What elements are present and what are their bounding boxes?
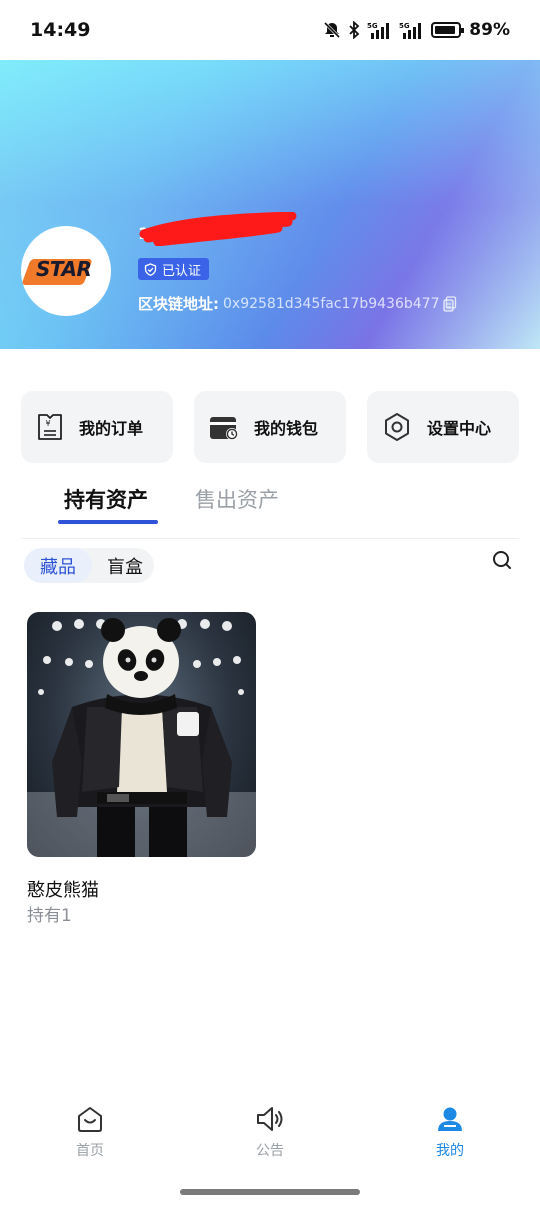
settings-icon xyxy=(385,413,409,441)
nav-home[interactable]: 首页 xyxy=(45,1104,135,1174)
asset-name: 憨皮熊猫 xyxy=(27,880,99,901)
shield-check-icon xyxy=(144,262,157,276)
search-icon[interactable] xyxy=(490,548,514,572)
nav-mine-label: 我的 xyxy=(436,1143,464,1159)
nav-home-label: 首页 xyxy=(76,1143,104,1159)
bottom-nav: 首页 公告 我的 xyxy=(0,1104,540,1184)
filter-collectibles[interactable]: 藏品 xyxy=(24,548,92,583)
asset-image xyxy=(27,612,256,857)
status-bar: 14:49 5G 5G 89% xyxy=(0,0,540,60)
panda-illustration xyxy=(27,618,256,857)
order-icon: ¥ xyxy=(38,414,62,440)
tab-sold-assets[interactable]: 售出资产 xyxy=(195,484,279,514)
avatar[interactable]: STAR xyxy=(21,226,111,316)
svg-text:5G: 5G xyxy=(399,22,410,30)
asset-card[interactable]: 憨皮熊猫 持有1 xyxy=(27,612,257,926)
avatar-text: STAR xyxy=(36,257,92,281)
asset-count: 持有1 xyxy=(27,906,72,926)
user-icon xyxy=(438,1107,462,1131)
chain-address-label: 区块链地址: xyxy=(138,295,219,313)
redaction-scribble xyxy=(139,212,297,246)
divider xyxy=(21,538,519,539)
home-icon xyxy=(78,1107,102,1132)
settings-center-label: 设置中心 xyxy=(427,419,492,438)
filter-blind-box[interactable]: 盲盒 xyxy=(96,548,154,583)
nav-mine[interactable]: 我的 xyxy=(405,1104,495,1174)
signal-5g-icon: 5G xyxy=(399,22,422,39)
svg-text:¥: ¥ xyxy=(46,419,51,428)
category-filter: 藏品 盲盒 xyxy=(24,548,154,583)
chain-address-row: 区块链地址: 0x92581d345fac17b9436b477l xyxy=(138,293,457,314)
home-indicator xyxy=(180,1189,360,1195)
settings-center-button[interactable]: 设置中心 xyxy=(367,391,519,463)
svg-text:5G: 5G xyxy=(367,22,378,30)
wallet-icon xyxy=(210,417,238,440)
profile-banner: STAR 1 已认证 区块链地址: 0x92581d345fac17b9436b… xyxy=(0,60,540,349)
speaker-icon xyxy=(257,1107,283,1131)
chain-address-value: 0x92581d345fac17b9436b477l xyxy=(223,295,439,312)
my-wallet-label: 我的钱包 xyxy=(254,419,319,438)
bluetooth-icon xyxy=(349,21,360,39)
nav-announcements-label: 公告 xyxy=(256,1143,284,1159)
verified-badge: 已认证 xyxy=(138,258,210,280)
tab-held-assets[interactable]: 持有资产 xyxy=(64,484,148,514)
copy-icon[interactable] xyxy=(443,295,457,312)
battery-percent: 89% xyxy=(469,20,510,40)
mute-bell-icon xyxy=(324,21,341,39)
avatar-logo: STAR xyxy=(21,251,106,291)
battery-icon xyxy=(431,22,465,38)
status-time: 14:49 xyxy=(30,19,91,41)
status-icons: 5G 5G xyxy=(323,21,465,39)
signal-5g-icon: 5G xyxy=(367,22,390,39)
my-orders-button[interactable]: ¥ 我的订单 xyxy=(21,391,173,463)
nav-announcements[interactable]: 公告 xyxy=(225,1104,315,1174)
status-right: 5G 5G 89% xyxy=(323,20,510,40)
username-area: 1 xyxy=(138,206,298,256)
my-orders-label: 我的订单 xyxy=(79,419,144,438)
my-wallet-button[interactable]: 我的钱包 xyxy=(194,391,346,463)
tab-indicator xyxy=(58,520,158,524)
verified-label: 已认证 xyxy=(162,263,202,279)
